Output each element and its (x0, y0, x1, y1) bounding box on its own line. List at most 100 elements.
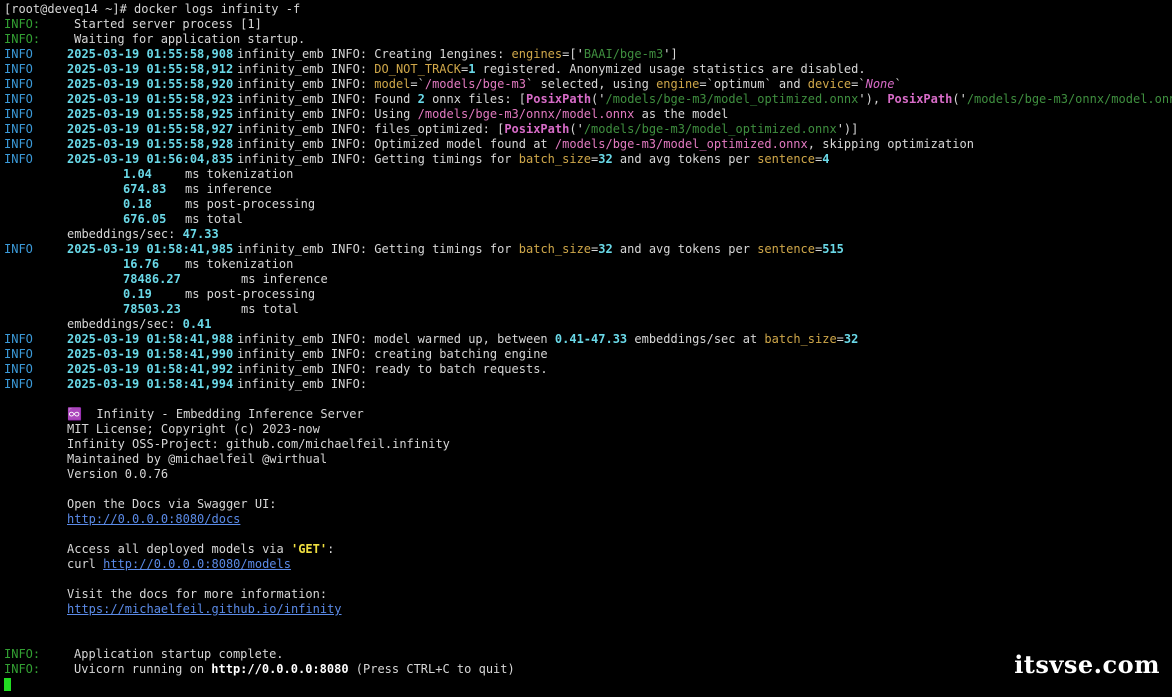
log-message: infinity_emb INFO: model warmed up, betw… (237, 332, 859, 346)
timing-label: ms post-processing (185, 287, 316, 301)
log-level: INFO: (4, 32, 41, 46)
log-level: INFO (4, 77, 33, 91)
log-level: INFO (4, 122, 33, 136)
timing-label: ms inference (185, 182, 272, 196)
log-message: infinity_emb INFO: (237, 377, 368, 391)
log-message: infinity_emb INFO: Using /models/bge-m3/… (237, 107, 729, 121)
timing-label: ms total (185, 212, 243, 226)
log-message: infinity_emb INFO: Optimized model found… (237, 137, 974, 151)
log-level: INFO (4, 362, 33, 376)
log-timestamp: 2025-03-19 01:55:58,908 (67, 47, 234, 61)
log-level: INFO (4, 107, 33, 121)
log-level: INFO (4, 347, 33, 361)
banner-maintained: Maintained by @michaelfeil @wirthual (67, 452, 328, 466)
log-level: INFO (4, 47, 33, 61)
eps-value: 0.41 (182, 317, 212, 331)
log-message: Started server process [1] (74, 17, 262, 31)
log-line: INFO 2025-03-19 01:55:58,923 infinity_emb … (4, 92, 1172, 107)
terminal-cursor (4, 678, 11, 691)
timing-line: 674.83 ms inference (4, 182, 1172, 197)
visit-docs-link[interactable]: https://michaelfeil.github.io/infinity (67, 602, 342, 616)
log-line: INFO 2025-03-19 01:58:41,992 infinity_emb … (4, 362, 1172, 377)
log-line: INFO: Waiting for application startup. (4, 32, 1172, 47)
timing-line: 0.19 ms post-processing (4, 287, 1172, 302)
timing-label: ms tokenization (185, 167, 294, 181)
log-timestamp: 2025-03-19 01:58:41,990 (67, 347, 234, 361)
timing-line: 0.18 ms post-processing (4, 197, 1172, 212)
log-line: INFO 2025-03-19 01:58:41,985 infinity_emb … (4, 242, 1172, 257)
models-link[interactable]: http://0.0.0.0:8080/models (103, 557, 291, 571)
timing-label: ms inference (241, 272, 328, 286)
timing-value: 674.83 (123, 182, 167, 196)
eps-value: 47.33 (182, 227, 219, 241)
timing-value: 1.04 (123, 167, 152, 181)
eps-label: embeddings/sec: (67, 317, 176, 331)
log-level: INFO: (4, 647, 41, 661)
log-timestamp: 2025-03-19 01:55:58,925 (67, 107, 234, 121)
timing-line: 16.76 ms tokenization (4, 257, 1172, 272)
log-timestamp: 2025-03-19 01:55:58,912 (67, 62, 234, 76)
log-line: INFO 2025-03-19 01:55:58,925 infinity_emb … (4, 107, 1172, 122)
log-level: INFO (4, 332, 33, 346)
log-line: INFO 2025-03-19 01:58:41,988 infinity_emb … (4, 332, 1172, 347)
timing-label: ms post-processing (185, 197, 316, 211)
log-level: INFO (4, 137, 33, 151)
log-timestamp: 2025-03-19 01:58:41,992 (67, 362, 234, 376)
timing-value: 676.05 (123, 212, 167, 226)
get-method: 'GET' (290, 542, 328, 556)
timing-line: 676.05 ms total (4, 212, 1172, 227)
banner-title: ♾️ Infinity - Embedding Inference Server (67, 407, 364, 421)
embeddings-per-sec: embeddings/sec: 0.41 (4, 317, 1172, 332)
timing-value: 78486.27 (123, 272, 181, 286)
log-level: INFO (4, 92, 33, 106)
log-message: Waiting for application startup. (74, 32, 306, 46)
timing-value: 16.76 (123, 257, 160, 271)
timing-line: 78503.23 ms total (4, 302, 1172, 317)
timing-line: 1.04 ms tokenization (4, 167, 1172, 182)
terminal-output[interactable]: [root@deveq14 ~]# docker logs infinity -… (4, 2, 1172, 692)
log-message: infinity_emb INFO: ready to batch reques… (237, 362, 548, 376)
curl-command: curl (67, 557, 104, 571)
docs-link[interactable]: http://0.0.0.0:8080/docs (67, 512, 240, 526)
log-line: INFO: Application startup complete. (4, 647, 1172, 662)
log-line: INFO 2025-03-19 01:56:04,835 infinity_emb … (4, 152, 1172, 167)
shell-prompt: [root@deveq14 ~]# docker logs infinity -… (4, 2, 301, 16)
log-line: INFO 2025-03-19 01:58:41,990 infinity_emb … (4, 347, 1172, 362)
log-line: INFO: Uvicorn running on http://0.0.0.0:8… (4, 662, 1172, 677)
timing-label: ms total (241, 302, 299, 316)
log-message: infinity_emb INFO: Found 2 onnx files: [… (237, 92, 1172, 106)
banner-project: Infinity OSS-Project: github.com/michael… (67, 437, 450, 451)
timing-label: ms tokenization (185, 257, 294, 271)
log-line: INFO: Started server process [1] (4, 17, 1172, 32)
log-line: INFO 2025-03-19 01:55:58,912 infinity_emb … (4, 62, 1172, 77)
log-message: Uvicorn running on http://0.0.0.0:8080 (… (74, 662, 515, 676)
timing-value: 0.18 (123, 197, 152, 211)
log-message: infinity_emb INFO: DO_NOT_TRACK=1 regist… (237, 62, 866, 76)
eps-label: embeddings/sec: (67, 227, 176, 241)
timing-line: 78486.27 ms inference (4, 272, 1172, 287)
timing-value: 0.19 (123, 287, 152, 301)
log-line: INFO 2025-03-19 01:55:58,920 infinity_emb … (4, 77, 1172, 92)
uvicorn-url: http://0.0.0.0:8080 (211, 662, 349, 676)
log-message: infinity_emb INFO: files_optimized: [Pos… (237, 122, 859, 136)
visit-label: Visit the docs for more information: (67, 587, 328, 601)
log-line: INFO 2025-03-19 01:55:58,928 infinity_emb … (4, 137, 1172, 152)
log-timestamp: 2025-03-19 01:55:58,927 (67, 122, 234, 136)
embeddings-per-sec: embeddings/sec: 47.33 (4, 227, 1172, 242)
log-level: INFO (4, 152, 33, 166)
log-message: infinity_emb INFO: model=`/models/bge-m3… (237, 77, 902, 91)
log-timestamp: 2025-03-19 01:58:41,985 (67, 242, 234, 256)
log-message: infinity_emb INFO: Getting timings for b… (237, 152, 830, 166)
log-level: INFO: (4, 662, 41, 676)
log-line: INFO 2025-03-19 01:55:58,927 infinity_emb … (4, 122, 1172, 137)
log-timestamp: 2025-03-19 01:55:58,923 (67, 92, 234, 106)
banner-version: Version 0.0.76 (67, 467, 169, 481)
log-message: Application startup complete. (74, 647, 284, 661)
log-message: infinity_emb INFO: Creating 1engines: en… (237, 47, 678, 61)
log-timestamp: 2025-03-19 01:56:04,835 (67, 152, 234, 166)
log-timestamp: 2025-03-19 01:55:58,928 (67, 137, 234, 151)
log-timestamp: 2025-03-19 01:55:58,920 (67, 77, 234, 91)
log-level: INFO (4, 377, 33, 391)
log-line: INFO 2025-03-19 01:58:41,994 infinity_emb … (4, 377, 1172, 392)
log-line: INFO 2025-03-19 01:55:58,908 infinity_emb … (4, 47, 1172, 62)
